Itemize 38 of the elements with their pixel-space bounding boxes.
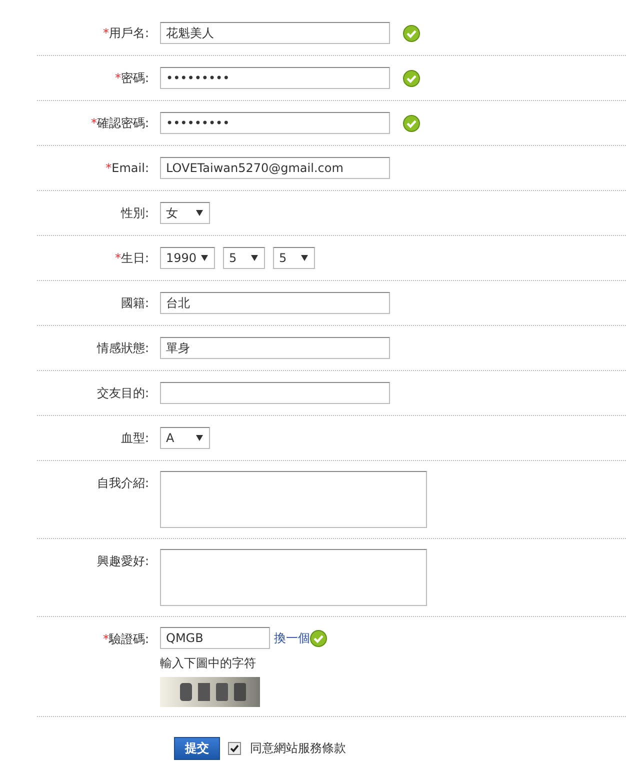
field-label: *Email: <box>104 161 150 175</box>
field-label: 血型: <box>120 430 150 446</box>
text-field[interactable]: 台北 <box>160 292 390 314</box>
dropdown[interactable]: 女 <box>160 202 210 224</box>
field-label: 情感狀態: <box>96 340 150 356</box>
refresh-link[interactable]: 換一個 <box>274 630 310 646</box>
submit-button[interactable]: 提交 <box>174 737 220 760</box>
field-label: 性別: <box>120 204 150 222</box>
field-label: *密碼: <box>114 70 150 86</box>
agree-label: 同意網站服務條款 <box>250 740 346 757</box>
dropdown[interactable]: 5 <box>273 247 315 269</box>
text-area[interactable] <box>160 549 427 606</box>
dropdown[interactable]: 1990 <box>160 247 215 269</box>
text-field[interactable]: 花魁美人 <box>160 22 390 44</box>
text-field[interactable]: LOVETaiwan5270@gmail.com <box>160 157 390 179</box>
field-label: 國籍: <box>120 294 150 312</box>
dropdown[interactable]: 5 <box>223 247 265 269</box>
caret-icon <box>196 435 203 441</box>
checkbox[interactable] <box>228 742 241 755</box>
field-label: 興趣愛好: <box>96 553 150 570</box>
caret-icon <box>201 255 208 261</box>
text-field[interactable] <box>160 382 390 404</box>
captcha-field[interactable]: QMGB <box>160 627 270 649</box>
field-label: *用戶名: <box>102 24 150 42</box>
caret-icon <box>301 255 308 261</box>
captcha-hint: 輸入下圖中的字符 <box>160 655 257 672</box>
text-field[interactable]: ••••••••• <box>160 67 390 89</box>
field-label: *生日: <box>114 250 150 266</box>
field-label: *驗證碼: <box>102 631 150 648</box>
dropdown[interactable]: A <box>160 427 210 449</box>
text-area[interactable] <box>160 471 427 528</box>
field-label: *確認密碼: <box>90 114 150 132</box>
field-label: 交友目的: <box>96 384 150 402</box>
text-field[interactable]: ••••••••• <box>160 112 390 134</box>
caret-icon <box>196 210 203 216</box>
field-label: 自我介紹: <box>96 475 150 492</box>
caret-icon <box>251 255 258 261</box>
text-field[interactable]: 單身 <box>160 337 390 359</box>
